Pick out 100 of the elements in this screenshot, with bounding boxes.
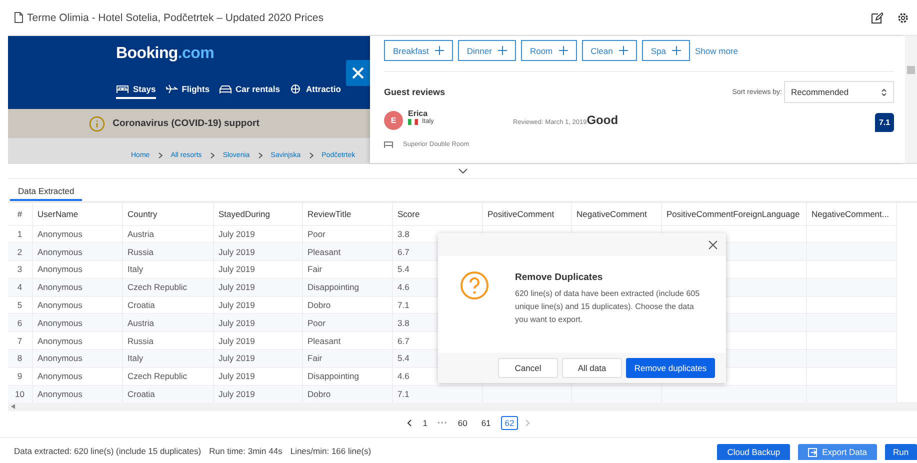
table-cell: July 2019 [213,385,302,403]
filter-chip[interactable]: Breakfast [384,40,453,61]
chevron-icon [210,152,215,159]
table-cell: Russia [122,242,213,261]
table-cell: July 2019 [213,242,302,261]
row-number: 6 [8,314,32,332]
review-title: Good [586,113,618,127]
action-button[interactable]: Export Data [798,444,877,460]
plane-icon [164,84,178,94]
remove-duplicates-button[interactable]: Remove duplicates [626,358,715,378]
table-cell: Anonymous [32,385,122,403]
filter-chip[interactable]: Clean [582,40,637,61]
bed-icon [116,84,129,94]
table-cell: Disappointing [302,278,392,296]
score-badge: 7.1 [875,113,894,132]
dialog-title: Remove Duplicates [515,272,604,283]
section-heading: Guest reviews [384,87,446,97]
table-cell: Austria [122,314,213,332]
plus-icon [498,46,507,55]
chevron-icon [258,152,263,159]
export-icon [808,448,818,456]
status-text: Lines/min: 166 line(s) [290,445,372,456]
cancel-button[interactable]: Cancel [498,358,558,378]
table-cell: Croatia [122,385,213,403]
table-cell: July 2019 [213,350,302,368]
filter-chip[interactable]: Room [520,40,577,61]
page-icon [14,12,23,23]
chevron-down-icon[interactable] [458,168,468,174]
all-data-button[interactable]: All data [562,358,622,378]
plus-icon [434,46,444,55]
plus-icon [618,46,628,55]
column-header: UserName [32,203,122,225]
car-icon [218,84,232,94]
scrollbar[interactable] [905,36,917,163]
ferris-wheel-icon [288,84,302,94]
column-header: Country [122,203,213,225]
dialog-message: 620 line(s) of data have been extracted (include 605 unique line(s) and 15 duplicates). Choose the data you want to export. [515,288,701,326]
flag-icon [408,118,418,124]
nav-tab[interactable]: Car rentals [218,84,280,99]
column-header: # [8,203,32,225]
column-header: PositiveComment [482,203,571,225]
reviewer-name: Erica [408,109,429,118]
updown-icon [881,88,887,96]
show-more-link[interactable]: Show more [694,46,738,56]
question-icon [460,271,489,300]
column-header: NegativeComment [571,203,661,225]
column-header: StayedDuring [213,203,302,225]
avatar: E [384,111,403,130]
filter-chip[interactable]: Spa [642,40,690,61]
chevron-icon [308,152,314,159]
close-icon[interactable] [708,240,718,250]
status-text: Data extracted: 620 line(s) (include 15 duplicates) [14,445,202,456]
table-cell: Fair [302,350,392,368]
table-cell: Dobro [302,385,392,403]
nav-tab[interactable]: Attractio [288,84,341,99]
table-cell: Italy [122,350,213,368]
status-text: Run time: 3min 44s [209,445,282,456]
filter-chip[interactable]: Dinner [458,40,516,61]
column-header: NegativeComment... [806,203,896,225]
chevron-icon [158,152,163,159]
table-cell: 7.1 [392,385,482,403]
info-icon [88,116,105,132]
row-number: 10 [8,385,32,403]
table-cell: Anonymous [32,242,122,261]
row-number: 2 [8,242,32,261]
row-number: 4 [8,278,32,296]
page-link[interactable]: 1 [418,416,432,430]
close-button[interactable] [346,60,370,86]
action-button[interactable]: Cloud Backup [717,444,790,460]
edit-icon[interactable] [871,12,883,24]
column-header: Score [392,203,482,225]
previous-icon[interactable] [406,419,413,427]
scroll-left-icon[interactable] [11,404,15,409]
nav-tab[interactable]: Stays [116,84,156,99]
table-cell: July 2019 [213,314,302,332]
table-cell: Czech Republic [122,278,213,296]
action-button[interactable]: Run [885,444,917,460]
table-cell: Anonymous [32,278,122,296]
column-header: ReviewTitle [302,203,392,225]
tab[interactable]: Data Extracted [10,183,82,201]
page-link[interactable]: 61 [477,416,495,430]
table-cell: Anonymous [32,350,122,368]
nav-tab[interactable]: Flights [164,84,210,99]
plus-icon [558,46,568,55]
notice-text: Coronavirus (COVID-19) support [112,118,260,129]
table-cell: July 2019 [213,278,302,296]
settings-icon[interactable] [897,12,909,24]
page-link[interactable]: 60 [454,416,472,430]
table-cell: Poor [302,314,392,332]
close-icon [352,67,364,79]
booking-logo: Booking.com [116,45,216,63]
window-title: Terme Olimia - Hotel Sotelia, Podčetrtek – Updated 2020 Prices [27,12,324,24]
bed-icon [384,141,393,148]
row-number: 8 [8,350,32,368]
plus-icon [672,46,681,55]
table-cell: Pleasant [302,242,392,261]
sort-dropdown[interactable]: Recommended [784,81,894,103]
column-header: PositiveCommentForeignLanguage [661,203,806,225]
table-cell: Anonymous [32,314,122,332]
page-link[interactable]: 62 [500,416,518,430]
